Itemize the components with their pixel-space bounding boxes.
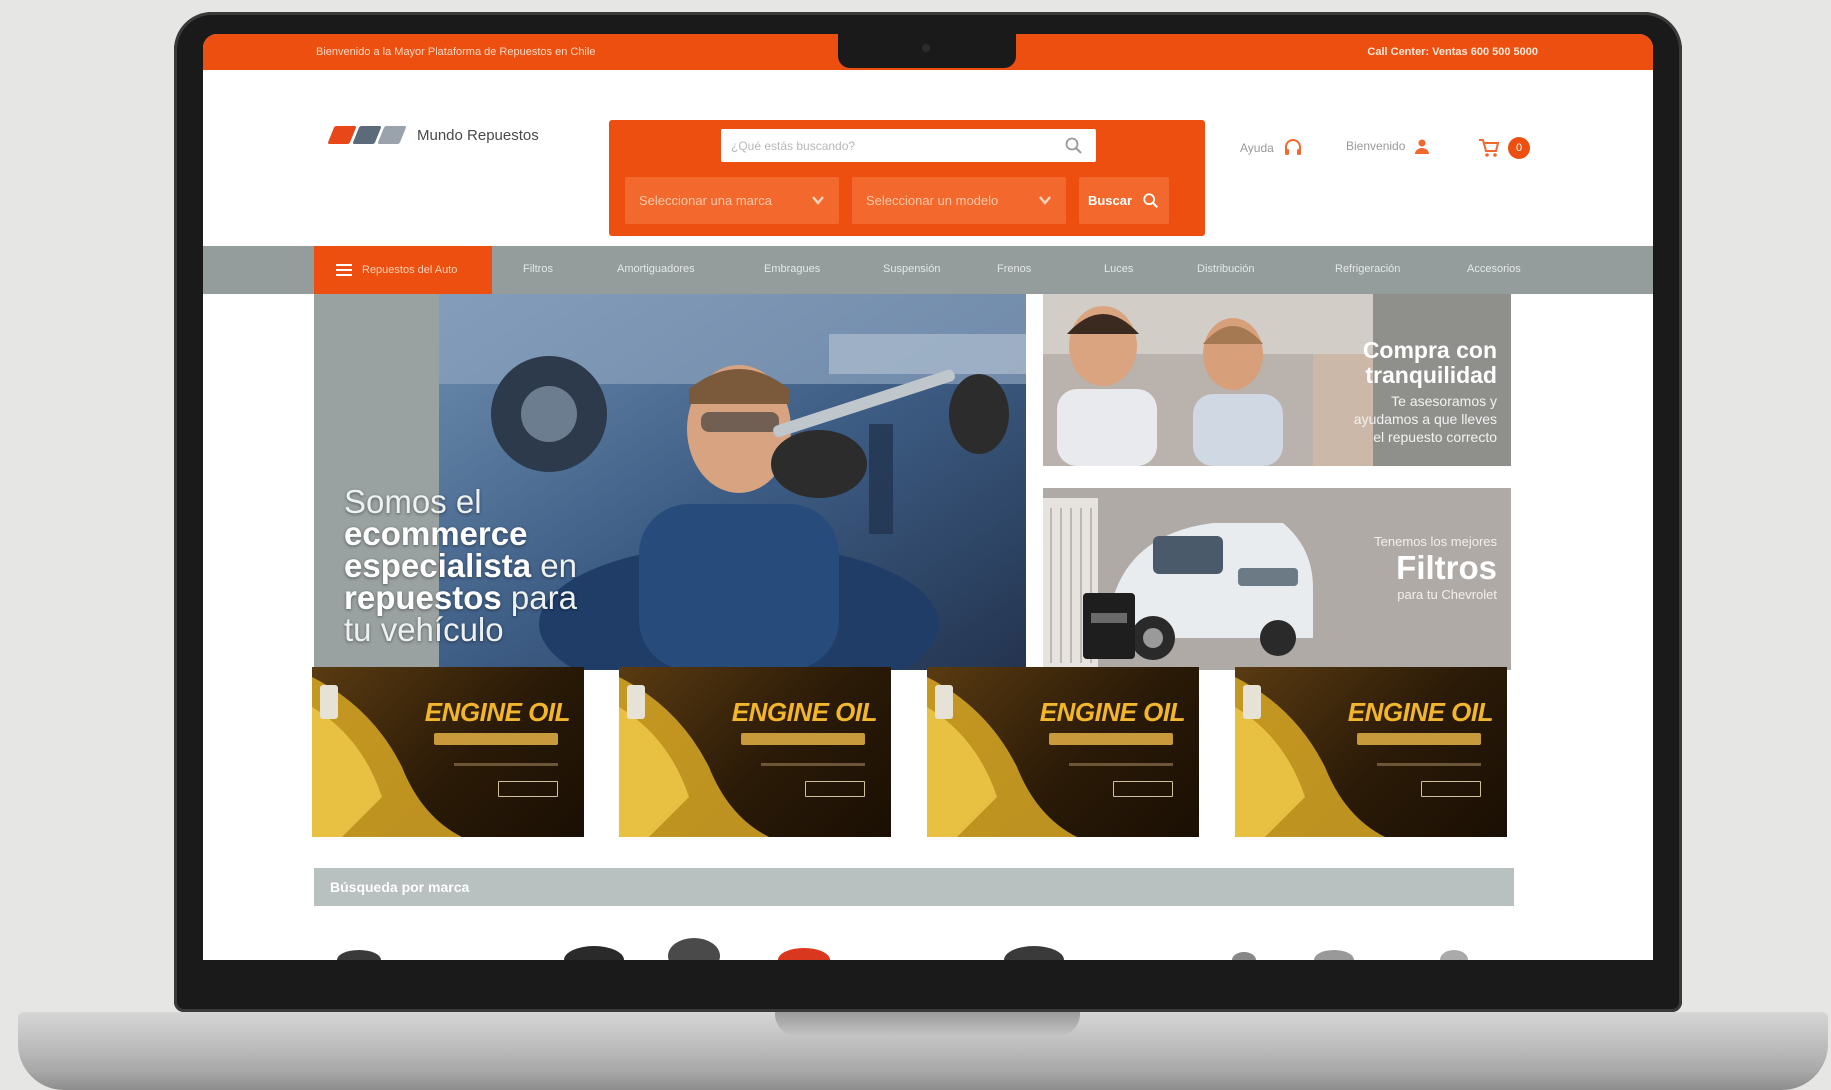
brand-search-header: Búsqueda por marca	[314, 868, 1514, 906]
engine-oil-shop-button[interactable]	[498, 781, 558, 797]
main-nav: Repuestos del Auto Filtros Amortiguadore…	[203, 246, 1653, 294]
promo-title-line-1: Compra con	[1362, 337, 1497, 363]
model-select-label: Seleccionar un modelo	[866, 193, 999, 208]
nav-item-accesorios[interactable]: Accesorios	[1467, 263, 1521, 275]
search-icon[interactable]	[1064, 136, 1084, 156]
engine-oil-banner[interactable]: ENGINE OIL	[312, 667, 584, 837]
search-button-label: Buscar	[1087, 193, 1133, 208]
chevron-down-icon	[1039, 196, 1051, 205]
engine-oil-divider	[761, 763, 865, 766]
engine-oil-shop-button[interactable]	[1113, 781, 1173, 797]
cart-button[interactable]: 0	[1478, 137, 1530, 159]
engine-oil-shop-button[interactable]	[805, 781, 865, 797]
hero-line-5: tu vehículo	[344, 611, 504, 648]
chevron-down-icon	[812, 196, 824, 205]
help-link[interactable]: Ayuda	[1240, 137, 1304, 159]
cart-icon	[1479, 139, 1500, 157]
hero-banner[interactable]: Somos el ecommerce especialista en repue…	[314, 294, 1026, 670]
engine-oil-banner[interactable]: ENGINE OIL	[1235, 667, 1507, 837]
engine-oil-tag	[434, 733, 558, 745]
cart-count-badge: 0	[1508, 137, 1530, 159]
engine-oil-title: ENGINE OIL	[731, 697, 878, 727]
search-button[interactable]: Buscar	[1079, 177, 1169, 224]
categories-menu-label: Repuestos del Auto	[362, 264, 458, 276]
promo-filters-post: para tu Chevrolet	[1397, 587, 1497, 602]
logo-icon	[327, 126, 407, 144]
logo-name: Mundo Repuestos	[417, 126, 539, 144]
headset-icon	[1284, 139, 1301, 155]
categories-menu-button[interactable]: Repuestos del Auto	[314, 246, 492, 294]
oil-splash-image	[619, 677, 769, 837]
site-header: Mundo Repuestos Seleccionar una marca Se…	[203, 70, 1653, 246]
nav-item-distribucion[interactable]: Distribución	[1197, 263, 1254, 275]
nav-item-amortiguadores[interactable]: Amortiguadores	[617, 263, 695, 275]
oil-splash-image	[927, 677, 1077, 837]
promo-filters[interactable]: Tenemos los mejores Filtros para tu Chev…	[1043, 488, 1511, 670]
engine-oil-divider	[1069, 763, 1173, 766]
hero-line-4-rest: para	[501, 579, 577, 616]
promo-filters-pre: Tenemos los mejores	[1374, 534, 1497, 549]
laptop-screen: Bienvenido a la Mayor Plataforma de Repu…	[203, 34, 1653, 960]
engine-oil-shop-button[interactable]	[1421, 781, 1481, 797]
nav-item-embragues[interactable]: Embragues	[764, 263, 820, 275]
promo-title-line-2: tranquilidad	[1365, 362, 1497, 388]
search-icon	[1143, 192, 1159, 208]
announcement-text: Bienvenido a la Mayor Plataforma de Repu…	[316, 46, 596, 58]
search-panel: Seleccionar una marca Seleccionar un mod…	[609, 120, 1205, 236]
engine-oil-title: ENGINE OIL	[1039, 697, 1186, 727]
brand-logos-row[interactable]	[314, 934, 1514, 960]
engine-oil-banner[interactable]: ENGINE OIL	[619, 667, 891, 837]
engine-oil-tag	[1357, 733, 1481, 745]
promo-filters-text: Tenemos los mejores Filtros para tu Chev…	[1374, 534, 1497, 602]
hero-headline: Somos el ecommerce especialista en repue…	[344, 483, 577, 648]
engine-oil-divider	[454, 763, 558, 766]
laptop-opening-groove	[775, 1012, 1080, 1036]
user-icon	[1415, 139, 1430, 154]
nav-item-luces[interactable]: Luces	[1104, 263, 1133, 275]
promo-customer-service[interactable]: Compra con tranquilidad Te asesoramos y …	[1043, 294, 1511, 466]
engine-oil-banner[interactable]: ENGINE OIL	[927, 667, 1199, 837]
account-link[interactable]: Bienvenido	[1346, 137, 1431, 155]
engine-oil-title: ENGINE OIL	[1347, 697, 1494, 727]
nav-item-frenos[interactable]: Frenos	[997, 263, 1031, 275]
hamburger-menu-icon	[336, 264, 352, 276]
call-center-text[interactable]: Call Center: Ventas 600 500 5000	[1367, 46, 1538, 58]
brand-select-label: Seleccionar una marca	[639, 193, 772, 208]
model-select[interactable]: Seleccionar un modelo	[852, 177, 1066, 224]
engine-oil-title: ENGINE OIL	[424, 697, 571, 727]
site-logo[interactable]: Mundo Repuestos	[327, 126, 539, 144]
nav-item-filtros[interactable]: Filtros	[523, 263, 553, 275]
nav-item-refrigeracion[interactable]: Refrigeración	[1335, 263, 1400, 275]
account-label: Bienvenido	[1346, 139, 1406, 153]
camera-icon	[922, 44, 930, 52]
oil-splash-image	[312, 677, 462, 837]
hero-line-1: Somos el	[344, 483, 482, 520]
promo-customer-service-text: Compra con tranquilidad Te asesoramos y …	[1347, 338, 1497, 446]
promo-filters-title: Filtros	[1396, 549, 1497, 586]
oil-splash-image	[1235, 677, 1385, 837]
engine-oil-tag	[741, 733, 865, 745]
brand-select[interactable]: Seleccionar una marca	[625, 177, 839, 224]
help-label: Ayuda	[1240, 141, 1274, 155]
search-input[interactable]	[721, 129, 1096, 162]
engine-oil-divider	[1377, 763, 1481, 766]
promo-subtitle: Te asesoramos y ayudamos a que lleves el…	[1353, 393, 1497, 445]
engine-oil-tag	[1049, 733, 1173, 745]
nav-item-suspension[interactable]: Suspensión	[883, 263, 941, 275]
